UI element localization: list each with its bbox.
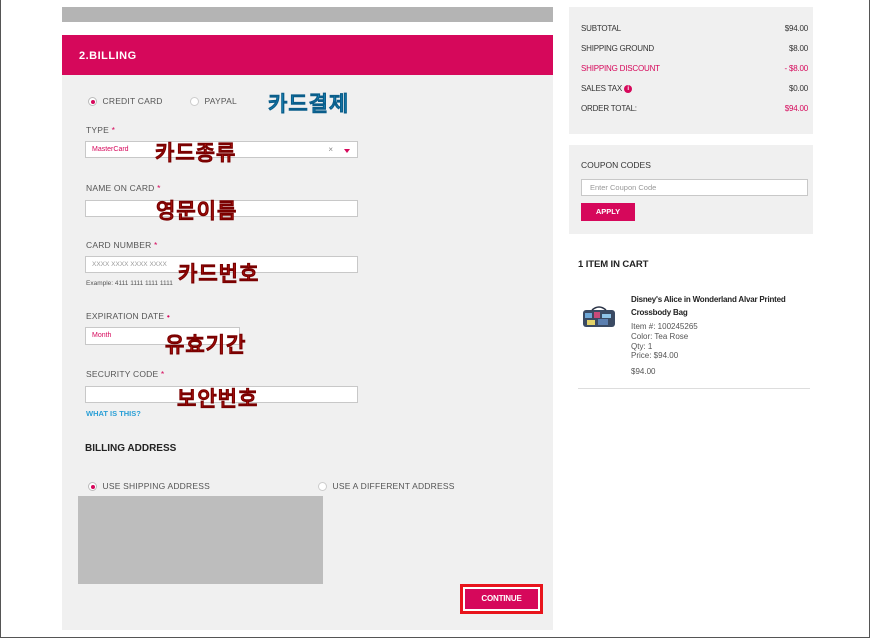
billing-address-title: BILLING ADDRESS (85, 443, 177, 454)
credit-card-radio[interactable] (88, 97, 97, 107)
card-number-label: CARD NUMBER * (86, 240, 158, 250)
coupon-title: COUPON CODES (581, 160, 651, 170)
annotation-security-code: 보안번호 (177, 387, 259, 412)
what-is-this-link[interactable]: WHAT IS THIS? (86, 409, 141, 418)
use-different-address-label: USE A DIFFERENT ADDRESS (332, 481, 455, 491)
summary-row-order-total: ORDER TOTAL: $94.00 (581, 104, 808, 113)
continue-button-highlight: CONTINUE (460, 584, 543, 614)
clear-icon[interactable]: × (328, 145, 333, 154)
apply-coupon-button[interactable]: APPLY (581, 203, 635, 221)
summary-row-sales-tax: SALES TAX i $0.00 (581, 84, 808, 93)
payment-credit-card-option[interactable]: CREDIT CARD (88, 96, 163, 107)
coupon-code-input[interactable]: Enter Coupon Code (581, 179, 808, 196)
summary-row-shipping: SHIPPING GROUND $8.00 (581, 44, 808, 53)
chevron-down-icon[interactable] (344, 149, 350, 153)
previous-step-bar[interactable] (62, 7, 553, 22)
name-on-card-label: NAME ON CARD * (86, 183, 161, 193)
use-shipping-address-option[interactable]: USE SHIPPING ADDRESS (88, 481, 210, 492)
type-label: TYPE * (86, 125, 116, 135)
redacted-address-block (78, 496, 323, 584)
use-different-address-radio[interactable] (318, 482, 327, 492)
summary-row-subtotal: SUBTOTAL $94.00 (581, 24, 808, 33)
credit-card-label: CREDIT CARD (102, 96, 163, 106)
expiration-label: EXPIRATION DATE • (86, 311, 171, 321)
continue-button[interactable]: CONTINUE (465, 589, 538, 609)
card-type-value: MasterCard (92, 146, 129, 153)
annotation-english-name: 영문이름 (156, 199, 238, 224)
paypal-radio[interactable] (190, 97, 199, 107)
cart-divider (578, 388, 810, 389)
cart-item-price: Price: $94.00 (631, 351, 679, 360)
card-number-example: Example: 4111 1111 1111 1111 (86, 280, 173, 287)
summary-row-shipping-discount: SHIPPING DISCOUNT - $8.00 (581, 64, 808, 73)
cart-item-number: Item #: 100245265 (631, 322, 698, 331)
cart-item-name[interactable]: Disney's Alice in Wonderland Alvar Print… (631, 293, 811, 319)
product-thumbnail[interactable] (580, 305, 620, 330)
annotation-expiry: 유효기간 (165, 333, 247, 358)
cart-title: 1 ITEM IN CART (578, 259, 649, 270)
annotation-card-number: 카드번호 (178, 262, 260, 287)
payment-paypal-option[interactable]: PAYPAL (190, 96, 237, 107)
use-different-address-option[interactable]: USE A DIFFERENT ADDRESS (318, 481, 455, 492)
cart-item-color: Color: Tea Rose (631, 332, 689, 341)
security-code-label: SECURITY CODE * (86, 369, 165, 379)
billing-header[interactable]: 2.BILLING (62, 35, 553, 75)
use-shipping-address-radio[interactable] (88, 482, 97, 492)
paypal-label: PAYPAL (204, 96, 237, 106)
info-icon[interactable]: i (624, 84, 633, 93)
annotation-card-type: 카드종류 (155, 141, 237, 166)
use-shipping-address-label: USE SHIPPING ADDRESS (102, 481, 210, 491)
cart-item-total: $94.00 (631, 367, 656, 376)
annotation-card-payment: 카드결제 (268, 92, 350, 117)
